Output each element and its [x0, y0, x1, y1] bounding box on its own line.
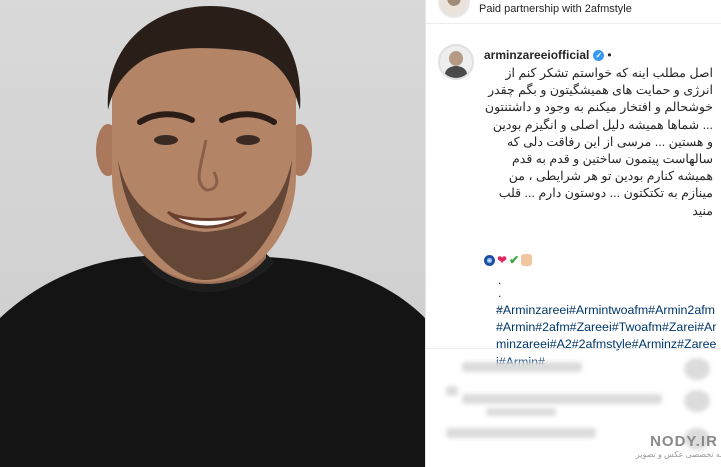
blurred-comment: [446, 428, 596, 438]
heart-icon: ❤: [497, 253, 508, 267]
blurred-comment: [462, 362, 582, 372]
eye-icon: [484, 254, 495, 266]
watermark-logo: NODY.IR: [650, 433, 718, 450]
check-icon: ✔: [509, 253, 520, 267]
caption-divider: [426, 348, 721, 349]
separator-dot: •: [607, 48, 612, 62]
caption-text: اصل مطلب اینه که خواستم تشکر کنم از انرژ…: [484, 66, 713, 218]
blurred-comment-avatar: [684, 358, 710, 380]
blurred-like-icon: [446, 386, 458, 396]
hashtag-links[interactable]: #Arminzareei#Armintwoafm#Armin2afm#Armin…: [496, 302, 718, 371]
sponsor-avatar[interactable]: [438, 0, 470, 18]
post-side-panel: Paid partnership with 2afmstyle arminzar…: [425, 0, 721, 467]
user-avatar[interactable]: [438, 44, 474, 80]
watermark-tagline: مجله تخصصی عکس و تصویر: [635, 450, 721, 459]
paid-partnership-link[interactable]: Paid partnership with 2afmstyle: [479, 3, 632, 15]
emoji-row: ❤ ✔: [484, 253, 713, 267]
sponsor-row: Paid partnership with 2afmstyle: [438, 0, 632, 18]
username-line: arminzareeiofficial ✓ •: [484, 48, 612, 62]
praying-hands-icon: [521, 254, 533, 266]
header-divider: [426, 23, 721, 24]
verified-badge-icon: ✓: [593, 49, 605, 61]
username-link[interactable]: arminzareeiofficial: [484, 48, 589, 62]
post-photo[interactable]: [0, 0, 425, 467]
blurred-comment-avatar: [684, 390, 710, 412]
portrait-illustration: [0, 6, 425, 467]
blurred-comment: [486, 408, 556, 416]
blurred-comment: [462, 394, 662, 404]
